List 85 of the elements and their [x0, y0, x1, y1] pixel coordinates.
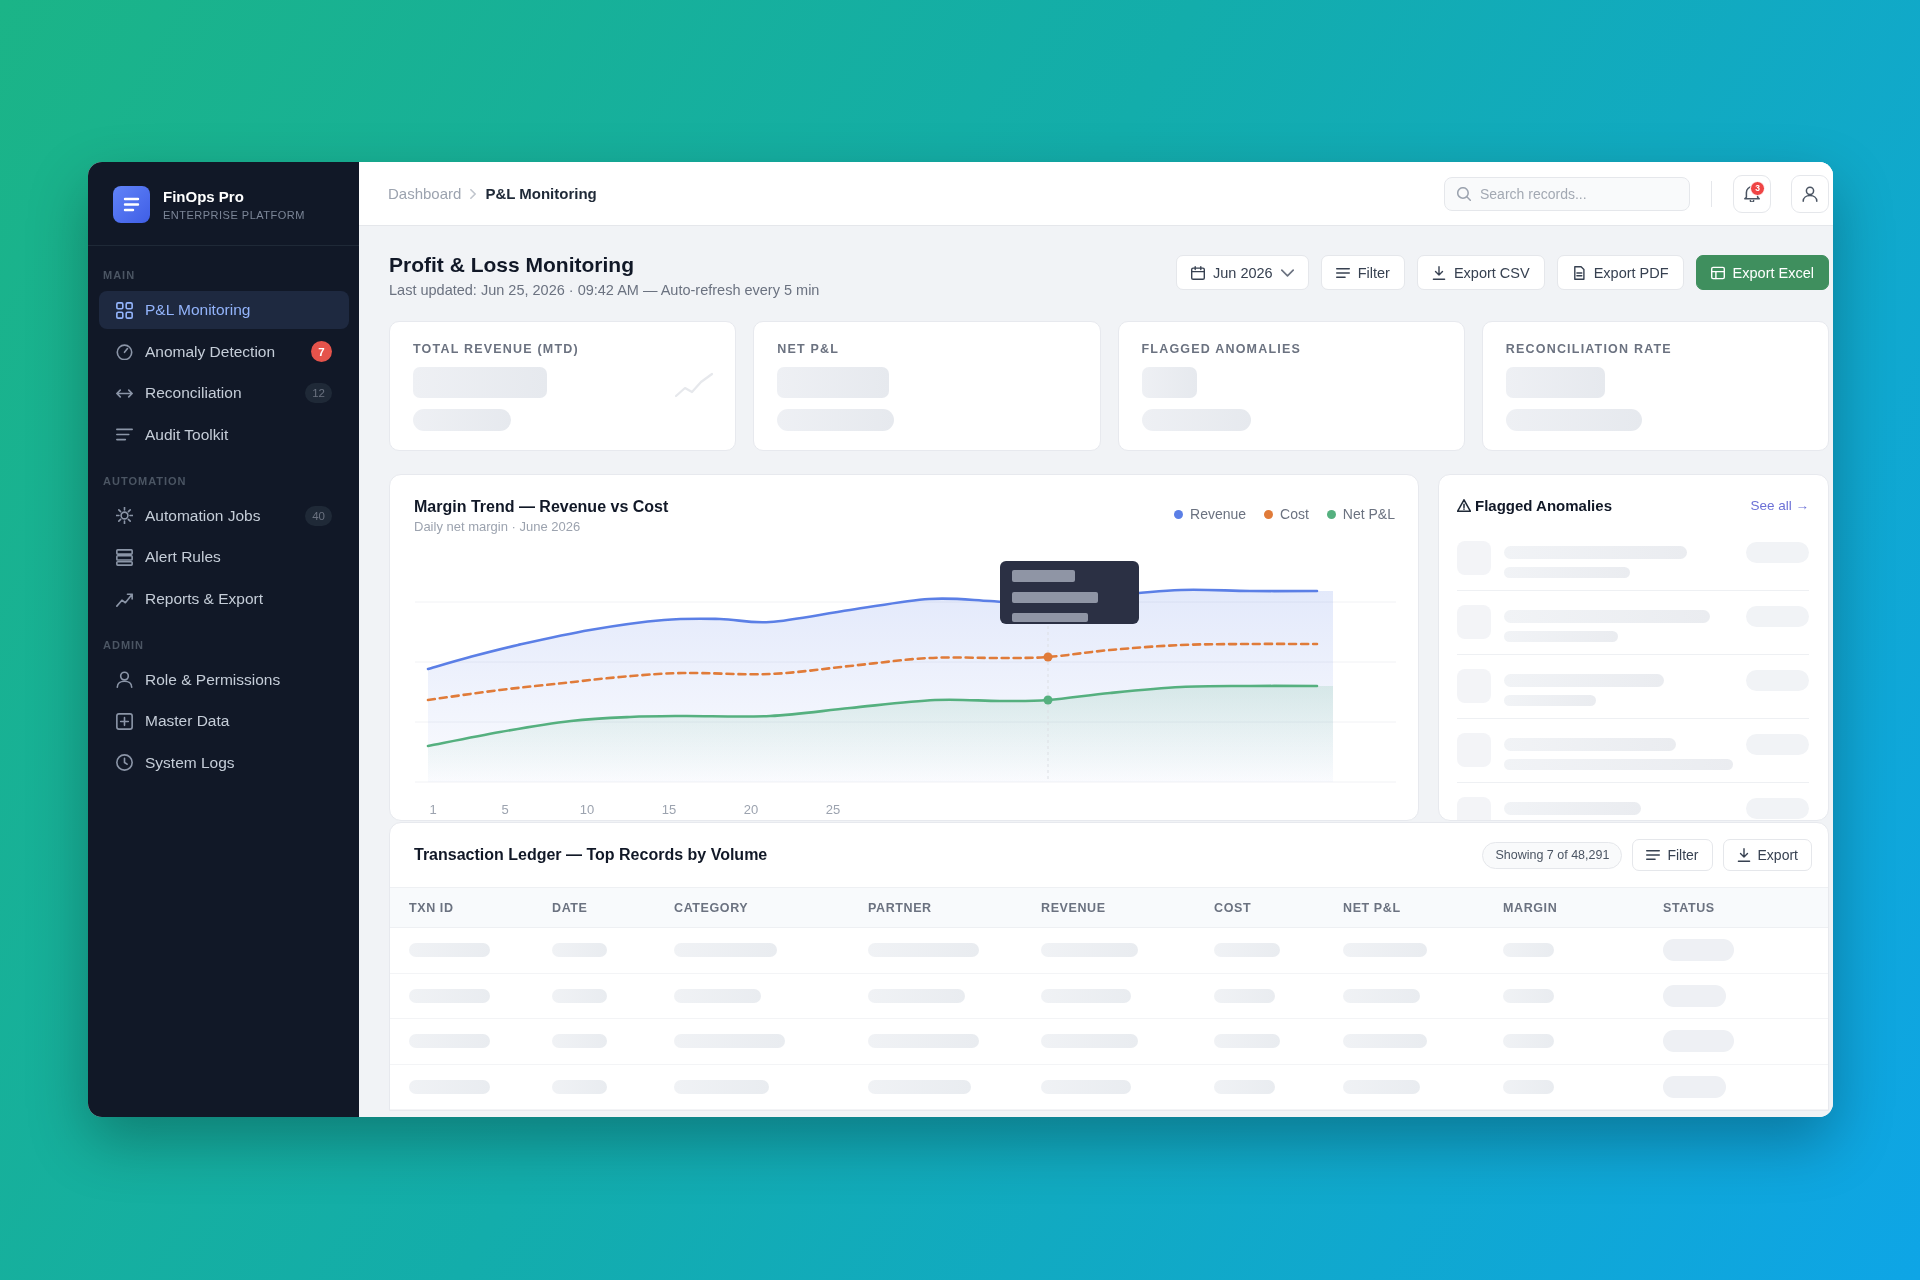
filter-button[interactable]: Filter: [1632, 839, 1713, 871]
table-icon: [1710, 265, 1725, 280]
record-count: Showing 7 of 48,291: [1482, 841, 1623, 869]
kpi-label: NET P&L: [777, 342, 841, 357]
section-label: ADMIN: [103, 637, 146, 652]
column-header[interactable]: NET P&L: [1343, 900, 1503, 915]
count-badge: 40: [305, 505, 332, 526]
axis-label: 5: [501, 802, 509, 817]
export-button[interactable]: Export: [1722, 839, 1812, 871]
column-header[interactable]: CATEGORY: [674, 900, 868, 915]
axis-label: 10: [579, 802, 595, 817]
calendar-icon: [1191, 265, 1205, 280]
logo-icon: [113, 186, 150, 223]
nav-item[interactable]: Role & Permissions: [99, 660, 349, 699]
download-icon: [1431, 265, 1446, 280]
nav-item[interactable]: Master Data: [99, 702, 349, 740]
sun-icon: [116, 507, 133, 524]
count-badge: 7: [311, 341, 332, 362]
user-icon: [116, 671, 133, 688]
trend-line-icon: [674, 371, 715, 398]
stack-icon: [116, 548, 133, 566]
skeleton-bar: [1141, 367, 1197, 398]
kpi-label: FLAGGED ANOMALIES: [1141, 342, 1303, 357]
plus-square-icon: [116, 712, 133, 730]
lines-icon: [116, 426, 133, 443]
chart-title: Margin Trend — Revenue vs Cost: [414, 497, 669, 516]
see-all-link[interactable]: See all →: [1750, 497, 1809, 513]
chart-subtitle: Daily net margin · June 2026: [414, 519, 582, 535]
column-header[interactable]: MARGIN: [1503, 900, 1663, 915]
export-button[interactable]: Export PDF: [1556, 255, 1684, 290]
axis-label: 1: [429, 802, 437, 817]
notification-badge: 3: [1750, 180, 1765, 196]
notifications-button[interactable]: 3: [1733, 174, 1771, 213]
axis-label: 25: [825, 802, 841, 817]
axis-label: 20: [743, 802, 759, 817]
search-field[interactable]: Search records...: [1444, 176, 1690, 211]
search-icon: [1457, 186, 1471, 201]
lines-icon: [1335, 265, 1350, 280]
nav-item[interactable]: Reports & Export: [99, 579, 349, 618]
chevron-down-icon: [1280, 268, 1294, 277]
column-header[interactable]: COST: [1214, 900, 1343, 915]
trend-icon: [116, 590, 133, 607]
nav-item[interactable]: Anomaly Detection 7: [99, 332, 349, 371]
legend-label: Net P&L: [1342, 506, 1395, 522]
table-title: Transaction Ledger — Top Records by Volume: [414, 846, 768, 864]
legend-label: Cost: [1280, 506, 1309, 522]
month-dropdown[interactable]: Jun 2026: [1176, 255, 1309, 290]
page-title: Profit & Loss Monitoring: [389, 252, 635, 278]
count-badge: 12: [305, 383, 332, 403]
brand-tagline: ENTERPRISE PLATFORM: [163, 208, 305, 222]
nav-item[interactable]: Audit Toolkit: [99, 415, 349, 454]
column-header[interactable]: STATUS: [1663, 900, 1828, 915]
export-button[interactable]: Export CSV: [1416, 255, 1545, 290]
document-icon: [1571, 265, 1586, 280]
export-button[interactable]: Export Excel: [1695, 255, 1829, 290]
column-header[interactable]: PARTNER: [868, 900, 1041, 915]
filter-button[interactable]: Filter: [1320, 255, 1405, 290]
kpi-label: TOTAL REVENUE (MTD): [413, 342, 580, 357]
nav-item[interactable]: Automation Jobs 40: [99, 496, 349, 535]
timer-icon: [116, 343, 133, 360]
nav-item[interactable]: System Logs: [99, 743, 349, 782]
bell-icon: [1744, 185, 1760, 202]
download-icon: [1736, 848, 1751, 862]
last-updated-text: Last updated: Jun 25, 2026 · 09:42 AM — Auto-refresh every 5 min: [389, 281, 820, 299]
nav-item[interactable]: Alert Rules: [99, 538, 349, 576]
nav-item[interactable]: Reconciliation 12: [99, 374, 349, 412]
brand-name: FinOps Pro: [163, 187, 245, 206]
grid-icon: [116, 301, 133, 319]
column-header[interactable]: TXN ID: [409, 900, 552, 915]
breadcrumb-current: P&L Monitoring: [485, 185, 597, 202]
nav-item[interactable]: P&L Monitoring: [99, 291, 349, 329]
warning-icon: [1457, 498, 1471, 512]
user-icon: [1802, 185, 1818, 202]
kpi-label: RECONCILIATION RATE: [1505, 342, 1673, 357]
column-header[interactable]: REVENUE: [1041, 900, 1214, 915]
axis-label: 15: [661, 802, 677, 817]
clock-icon: [116, 754, 133, 771]
legend-label: Revenue: [1190, 506, 1247, 522]
panel-title: Flagged Anomalies: [1475, 496, 1612, 514]
column-header[interactable]: DATE: [552, 900, 674, 915]
section-label: AUTOMATION: [103, 473, 188, 488]
profile-button[interactable]: [1791, 174, 1829, 213]
section-label: MAIN: [103, 268, 137, 282]
chevron-right-icon: [470, 188, 477, 199]
lines-icon: [1646, 848, 1661, 862]
